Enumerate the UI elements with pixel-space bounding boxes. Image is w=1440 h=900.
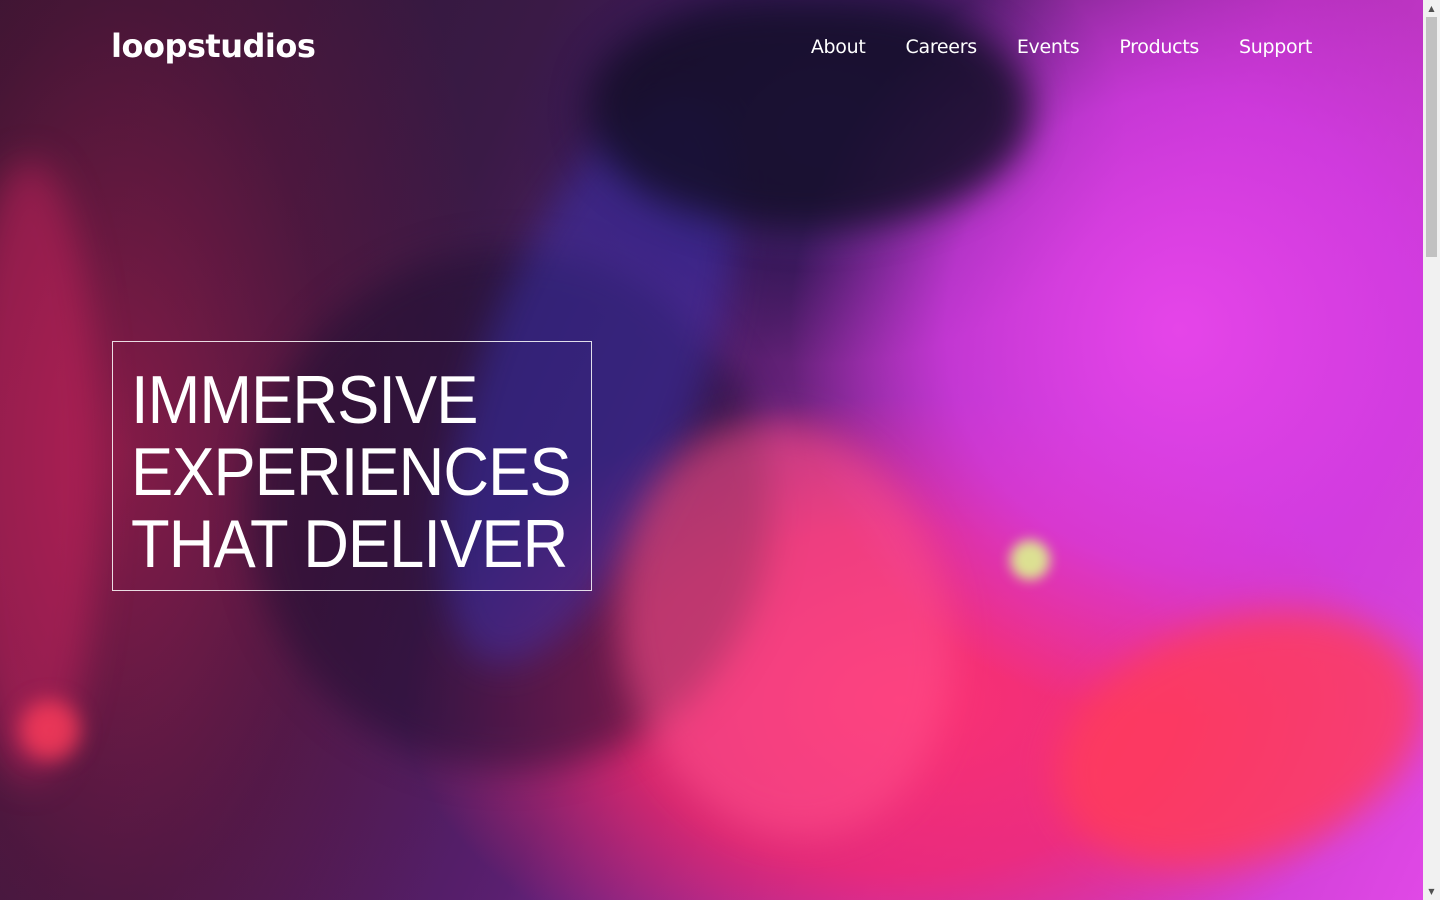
nav-item-products: Products <box>1119 32 1199 62</box>
green-light-spot <box>1010 540 1050 580</box>
nav-link-events[interactable]: Events <box>1017 36 1080 58</box>
headline-line-2: EXPERIENCES <box>131 434 572 510</box>
nav-item-support: Support <box>1239 32 1312 62</box>
scroll-down-arrow-icon[interactable]: ▼ <box>1423 883 1440 900</box>
logo[interactable]: loopstudios <box>111 26 316 66</box>
red-light-spot <box>20 700 80 760</box>
headline-line-3: THAT DELIVER <box>131 506 568 582</box>
headline-line-1: IMMERSIVE <box>131 362 478 438</box>
main-nav: About Careers Events Products Support <box>811 32 1312 62</box>
hand-shape <box>1022 567 1423 900</box>
nav-item-careers: Careers <box>906 32 978 62</box>
vertical-scrollbar[interactable]: ▲ ▼ <box>1423 0 1440 900</box>
nav-link-products[interactable]: Products <box>1119 36 1199 58</box>
scrollbar-thumb[interactable] <box>1426 17 1437 257</box>
nav-link-about[interactable]: About <box>811 36 866 58</box>
nav-link-careers[interactable]: Careers <box>906 36 978 58</box>
nav-item-events: Events <box>1017 32 1080 62</box>
scroll-up-arrow-icon[interactable]: ▲ <box>1423 0 1440 17</box>
nav-item-about: About <box>811 32 866 62</box>
site-header: loopstudios About Careers Events Product… <box>0 0 1423 100</box>
nav-link-support[interactable]: Support <box>1239 36 1312 58</box>
left-neon-glow <box>0 160 100 780</box>
hero-headline-box: IMMERSIVE EXPERIENCES THAT DELIVER <box>112 341 592 591</box>
